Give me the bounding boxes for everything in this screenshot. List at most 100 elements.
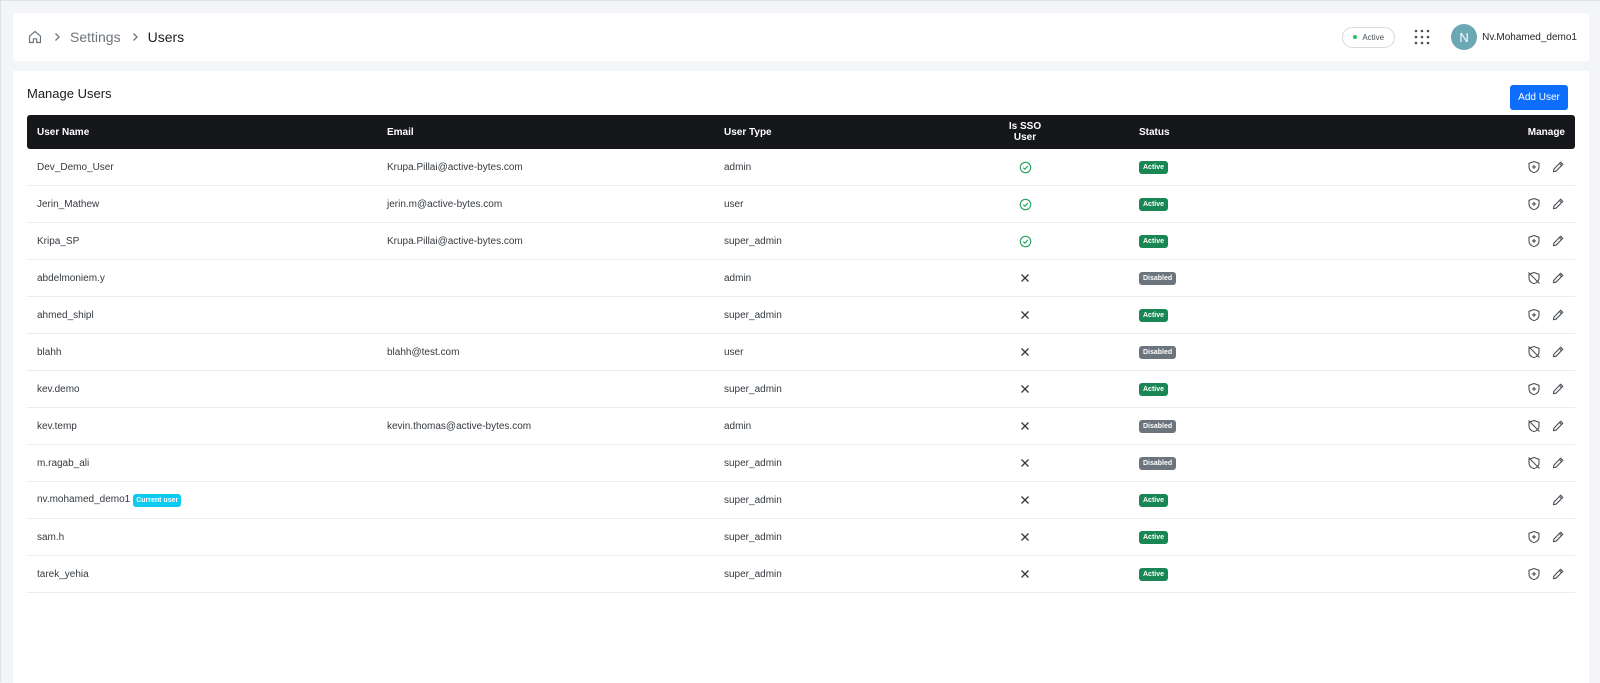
cell-status: Active [1139,197,1169,211]
shield-plus-icon[interactable] [1527,308,1541,322]
cell-status: Disabled [1139,456,1177,470]
cell-user-type: user [724,198,744,210]
pencil-icon[interactable] [1551,419,1565,433]
cell-manage [1527,160,1565,174]
status-badge: Active [1139,308,1169,322]
table-row: blahh blahh@test.com user Disabled [27,334,1575,371]
user-name-text: nv.mohamed_demo1 [37,493,131,505]
cell-user-type: admin [724,272,752,284]
x-icon [999,309,1051,321]
cell-status: Active [1139,160,1169,174]
table-row: sam.h super_admin Active [27,519,1575,556]
cell-user-type: super_admin [724,494,782,506]
status-pill: Active [1342,26,1396,48]
cell-user-type: admin [724,161,752,173]
cell-email: blahh@test.com [387,346,460,358]
user-name-text: Dev_Demo_User [37,161,114,173]
status-dot [1353,35,1358,39]
cell-manage [1527,567,1565,581]
table-row: Kripa_SP Krupa.Pillai@active-bytes.com sup… [27,223,1575,260]
pencil-icon[interactable] [1551,271,1565,285]
breadcrumb-settings[interactable]: Settings [70,29,121,45]
cell-manage [1527,197,1565,211]
cell-user-type: super_admin [724,309,782,321]
table-row: abdelmoniem.y admin Disabled [27,260,1575,297]
status-badge: Active [1139,160,1169,174]
cell-user-type: user [724,346,744,358]
pencil-icon[interactable] [1551,493,1565,507]
shield-plus-icon[interactable] [1527,382,1541,396]
status-badge: Active [1139,234,1169,248]
pencil-icon[interactable] [1551,308,1565,322]
pencil-icon[interactable] [1551,382,1565,396]
users-table: User Name Email User Type Is SSO User St… [27,115,1575,593]
home-icon[interactable] [27,29,43,45]
user-name-text: kev.demo [37,383,80,395]
pencil-icon[interactable] [1551,160,1565,174]
shield-plus-icon[interactable] [1527,160,1541,174]
status-badge: Active [1139,567,1169,581]
x-icon [999,420,1051,432]
shield-off-icon[interactable] [1527,271,1541,285]
x-icon [999,346,1051,358]
cell-user-name: tarek_yehia [37,569,89,580]
apps-grid-icon[interactable] [1413,28,1431,46]
x-icon [999,272,1051,284]
cell-user-name: abdelmoniem.y [37,273,105,284]
table-body: Dev_Demo_User Krupa.Pillai@active-bytes.c… [27,149,1575,593]
user-menu-name[interactable]: Nv.Mohamed_demo1 [1482,32,1577,43]
check-circle-icon [999,198,1051,211]
cell-status: Active [1139,234,1169,248]
shield-plus-icon[interactable] [1527,197,1541,211]
shield-plus-icon[interactable] [1527,530,1541,544]
cell-manage [1527,456,1565,470]
status-badge: Active [1139,493,1169,507]
pencil-icon[interactable] [1551,197,1565,211]
cell-user-type: super_admin [724,568,782,580]
cell-user-name: sam.h [37,532,64,543]
pencil-icon[interactable] [1551,456,1565,470]
shield-plus-icon[interactable] [1527,567,1541,581]
check-circle-icon [999,161,1051,174]
shield-off-icon[interactable] [1527,419,1541,433]
shield-off-icon[interactable] [1527,345,1541,359]
pencil-icon[interactable] [1551,530,1565,544]
check-circle-icon [999,235,1051,248]
status-badge: Active [1139,197,1169,211]
shield-plus-icon[interactable] [1527,234,1541,248]
x-icon [999,494,1051,506]
x-icon [999,457,1051,469]
user-name-text: abdelmoniem.y [37,272,105,284]
x-icon [999,383,1051,395]
table-header: User Name Email User Type Is SSO User St… [27,115,1575,149]
cell-email: Krupa.Pillai@active-bytes.com [387,235,523,247]
shield-off-icon[interactable] [1527,456,1541,470]
cell-manage [1527,308,1565,322]
status-pill-label: Active [1362,32,1385,42]
current-user-badge: Current user [133,493,182,507]
cell-status: Disabled [1139,271,1177,285]
status-badge: Disabled [1139,345,1177,359]
cell-user-name: ahmed_shipl [37,310,94,321]
user-name-text: m.ragab_ali [37,457,90,469]
cell-manage [1527,234,1565,248]
cell-manage [1527,530,1565,544]
cell-status: Active [1139,382,1169,396]
pencil-icon[interactable] [1551,567,1565,581]
table-row: kev.temp kevin.thomas@active-bytes.com adm… [27,408,1575,445]
pencil-icon[interactable] [1551,234,1565,248]
cell-user-name: blahh [37,347,61,358]
app-frame: Settings Users Active N Nv.Mohamed_demo1 [0,0,1600,683]
x-icon [999,568,1051,580]
col-manage: Manage [1527,126,1565,138]
x-icon [999,531,1051,543]
user-name-text: sam.h [37,531,65,543]
cell-status: Active [1139,530,1169,544]
add-user-button[interactable]: Add User [1510,85,1568,110]
pencil-icon[interactable] [1551,345,1565,359]
table-row: ahmed_shipl super_admin Active [27,297,1575,334]
cell-user-type: super_admin [724,531,782,543]
cell-user-name: nv.mohamed_demo1 Current user [37,493,182,507]
cell-status: Disabled [1139,345,1177,359]
avatar[interactable]: N [1451,24,1478,50]
